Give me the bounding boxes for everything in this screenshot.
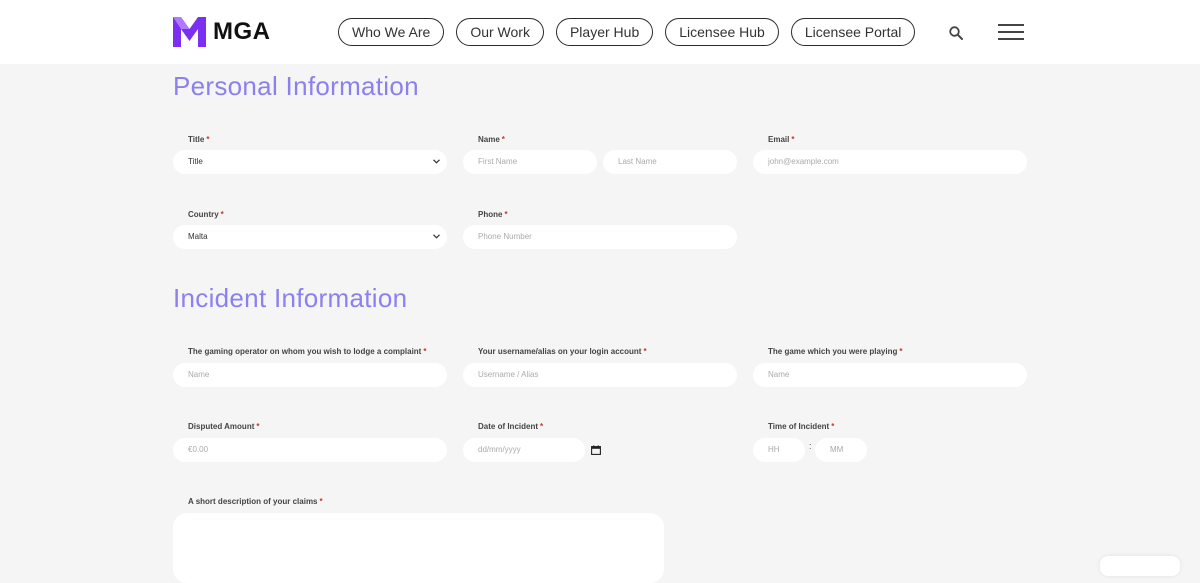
- logo-text: MGA: [213, 18, 271, 45]
- calendar-icon[interactable]: [591, 445, 601, 455]
- mga-logo-icon: [173, 17, 206, 47]
- country-label: Country *: [188, 210, 224, 219]
- date-input[interactable]: dd/mm/yyyy: [463, 438, 585, 462]
- username-label: Your username/alias on your login accoun…: [478, 347, 647, 356]
- mga-logo[interactable]: MGA: [173, 17, 271, 47]
- time-separator: :: [809, 441, 812, 451]
- time-label: Time of Incident *: [768, 422, 835, 431]
- operator-label: The gaming operator on whom you wish to …: [188, 347, 427, 356]
- amount-input[interactable]: €0.00: [173, 438, 447, 462]
- nav-our-work[interactable]: Our Work: [456, 18, 544, 46]
- operator-input[interactable]: Name: [173, 363, 447, 387]
- personal-information-title: Personal Information: [173, 71, 419, 101]
- name-label: Name *: [478, 135, 505, 144]
- nav-who-we-are[interactable]: Who We Are: [338, 18, 445, 46]
- description-textarea[interactable]: [173, 513, 664, 583]
- game-label: The game which you were playing *: [768, 347, 903, 356]
- email-label: Email *: [768, 135, 795, 144]
- email-input[interactable]: john@example.com: [753, 150, 1027, 174]
- search-icon[interactable]: [948, 25, 964, 41]
- amount-label: Disputed Amount *: [188, 422, 260, 431]
- chevron-down-icon: [433, 234, 440, 239]
- last-name-input[interactable]: Last Name: [603, 150, 737, 174]
- game-input[interactable]: Name: [753, 363, 1027, 387]
- nav-licensee-hub[interactable]: Licensee Hub: [665, 18, 779, 46]
- country-select[interactable]: Malta: [173, 225, 447, 249]
- site-header: MGA Who We Are Our Work Player Hub Licen…: [0, 0, 1200, 64]
- minute-input[interactable]: MM: [815, 438, 867, 462]
- chevron-down-icon: [433, 159, 440, 164]
- title-select[interactable]: Title: [173, 150, 447, 174]
- floating-widget[interactable]: [1100, 556, 1180, 576]
- phone-input[interactable]: Phone Number: [463, 225, 737, 249]
- date-label: Date of Incident *: [478, 422, 544, 431]
- incident-information-title: Incident Information: [173, 283, 408, 313]
- username-input[interactable]: Username / Alias: [463, 363, 737, 387]
- phone-label: Phone *: [478, 210, 508, 219]
- nav-player-hub[interactable]: Player Hub: [555, 18, 654, 46]
- description-label: A short description of your claims *: [188, 497, 323, 506]
- nav-licensee-portal[interactable]: Licensee Portal: [790, 18, 916, 46]
- hour-input[interactable]: HH: [753, 438, 805, 462]
- first-name-input[interactable]: First Name: [463, 150, 597, 174]
- title-label: Title *: [188, 135, 210, 144]
- hamburger-icon[interactable]: [998, 24, 1024, 40]
- main-nav: Who We Are Our Work Player Hub Licensee …: [338, 18, 927, 46]
